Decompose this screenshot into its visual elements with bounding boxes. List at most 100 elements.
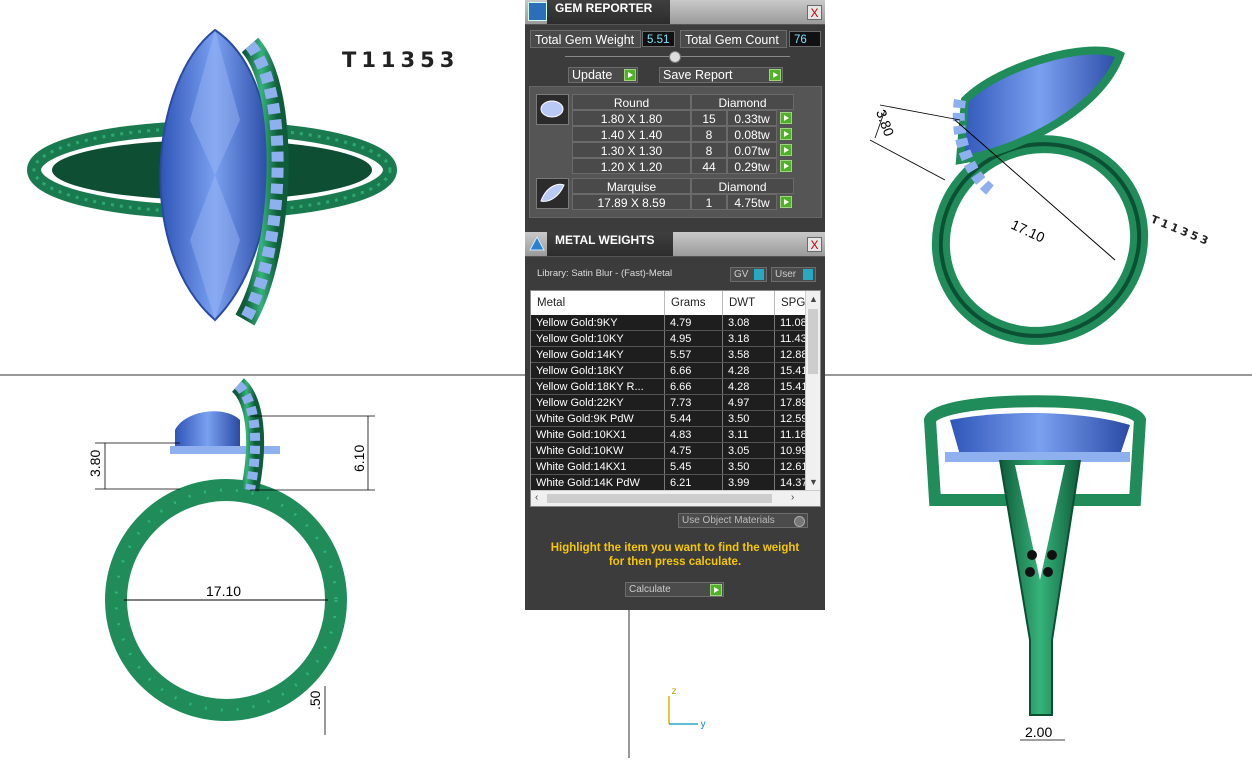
gem-row-size[interactable]: 1.40 X 1.40 <box>572 126 691 142</box>
radio-icon <box>794 516 805 527</box>
cell-grams: 5.44 <box>664 410 723 427</box>
gem-row-weight: 0.33tw <box>727 110 777 126</box>
table-row[interactable]: Yellow Gold:14KY 5.57 3.58 12.88 <box>531 346 820 363</box>
cell-grams: 4.75 <box>664 442 723 459</box>
gem-row-count: 15 <box>691 110 727 126</box>
gem-group-2-material: Diamond <box>691 178 794 194</box>
total-gem-weight-label: Total Gem Weight <box>530 30 641 48</box>
library-label: Library: Satin Blur - (Fast)-Metal <box>537 268 673 279</box>
update-arrow-icon <box>624 69 636 81</box>
gem-row-weight: 0.08tw <box>727 126 777 142</box>
total-gem-count-label: Total Gem Count <box>680 30 787 48</box>
col-metal[interactable]: Metal <box>531 291 665 315</box>
use-object-materials-label: Use Object Materials <box>682 515 775 526</box>
collapse-toggle-icon[interactable] <box>669 51 681 63</box>
ring-label-top: T11353 <box>342 48 460 72</box>
cell-metal: Yellow Gold:9KY <box>531 315 665 331</box>
gem-group-1-shape: Round <box>572 94 691 110</box>
gem-row-select-icon[interactable] <box>780 112 792 124</box>
cell-grams: 6.66 <box>664 362 723 379</box>
cell-metal: Yellow Gold:18KY <box>531 362 665 379</box>
cell-metal: White Gold:14K PdW <box>531 474 665 491</box>
table-row[interactable]: White Gold:10KX1 4.83 3.11 11.18 <box>531 426 820 443</box>
gem-group-1-material: Diamond <box>691 94 794 110</box>
dim-bl-shank: .50 <box>307 690 323 710</box>
gem-group-2-shape: Marquise <box>572 178 691 194</box>
gem-list: Round Diamond 1.80 X 1.80 15 0.33tw 1.40… <box>529 86 822 218</box>
update-button[interactable]: Update <box>568 67 638 83</box>
total-gem-count-value: 76 <box>789 31 821 47</box>
calculate-label: Calculate <box>629 584 671 595</box>
cell-dwt: 3.18 <box>722 330 775 347</box>
update-label: Update <box>572 68 613 82</box>
cell-grams: 6.21 <box>664 474 723 491</box>
cell-dwt: 4.28 <box>722 362 775 379</box>
cell-metal: White Gold:9K PdW <box>531 410 665 427</box>
gem-reporter-titlebar[interactable]: GEM REPORTER X <box>525 0 825 25</box>
gem-row-size[interactable]: 1.80 X 1.80 <box>572 110 691 126</box>
metal-table: Metal Grams DWT SPG Yellow Gold:9KY 4.79 3… <box>530 290 821 507</box>
save-report-button[interactable]: Save Report <box>659 67 783 83</box>
scroll-down-icon[interactable]: ▼ <box>809 477 818 487</box>
user-toggle[interactable]: User <box>771 267 816 282</box>
gem-row-size[interactable]: 1.20 X 1.20 <box>572 158 691 174</box>
horizontal-scrollbar[interactable]: ‹ › <box>531 490 820 506</box>
ring-side-view <box>95 378 375 735</box>
cell-grams: 4.83 <box>664 426 723 443</box>
scroll-thumb[interactable] <box>808 309 818 374</box>
gem-row-weight: 0.07tw <box>727 142 777 158</box>
gv-toggle[interactable]: GV <box>730 267 767 282</box>
col-grams[interactable]: Grams <box>664 291 723 315</box>
scroll-left-icon[interactable]: ‹ <box>535 492 538 503</box>
table-row[interactable]: White Gold:14K PdW 6.21 3.99 14.37 <box>531 474 820 491</box>
metal-weights-titlebar[interactable]: METAL WEIGHTS X <box>525 232 825 257</box>
scroll-right-icon[interactable]: › <box>791 492 794 503</box>
table-row[interactable]: Yellow Gold:22KY 7.73 4.97 17.89 <box>531 394 820 411</box>
total-gem-weight-value: 5.51 <box>642 31 675 47</box>
cell-metal: Yellow Gold:10KY <box>531 330 665 347</box>
table-row[interactable]: White Gold:10KW 4.75 3.05 10.99 <box>531 442 820 459</box>
axis-z-label: z <box>671 686 677 697</box>
ring-front-view <box>923 395 1147 741</box>
gem-row-select-icon[interactable] <box>780 196 792 208</box>
cell-dwt: 3.50 <box>722 458 775 475</box>
gem-row-size[interactable]: 17.89 X 8.59 <box>572 194 691 210</box>
gem-reporter-app-icon <box>528 2 547 21</box>
table-row[interactable]: White Gold:9K PdW 5.44 3.50 12.59 <box>531 410 820 427</box>
col-dwt[interactable]: DWT <box>722 291 775 315</box>
use-object-materials-toggle[interactable]: Use Object Materials <box>678 513 808 528</box>
calculate-hint: Highlight the item you want to find the … <box>550 542 800 568</box>
table-row[interactable]: White Gold:14KX1 5.45 3.50 12.61 <box>531 458 820 475</box>
cell-grams: 7.73 <box>664 394 723 411</box>
gem-reporter-close-button[interactable]: X <box>807 5 822 20</box>
cell-grams: 4.79 <box>664 315 723 331</box>
cell-dwt: 3.08 <box>722 315 775 331</box>
scroll-up-icon[interactable]: ▲ <box>809 294 818 304</box>
gv-indicator-icon <box>754 269 764 280</box>
table-row[interactable]: Yellow Gold:18KY R... 6.66 4.28 15.41 <box>531 378 820 395</box>
vertical-scrollbar[interactable]: ▲ ▼ <box>805 291 820 491</box>
user-indicator-icon <box>803 269 813 280</box>
table-row[interactable]: Yellow Gold:9KY 4.79 3.08 11.08 <box>531 315 820 331</box>
table-row[interactable]: Yellow Gold:18KY 6.66 4.28 15.41 <box>531 362 820 379</box>
table-row[interactable]: Yellow Gold:10KY 4.95 3.18 11.43 <box>531 330 820 347</box>
calculate-arrow-icon <box>710 584 722 596</box>
cell-metal: Yellow Gold:14KY <box>531 346 665 363</box>
gv-label: GV <box>734 269 749 280</box>
hscroll-thumb[interactable] <box>547 494 772 503</box>
gem-row-count: 44 <box>691 158 727 174</box>
calculate-button[interactable]: Calculate <box>625 582 724 597</box>
gem-row-select-icon[interactable] <box>780 160 792 172</box>
gem-row-select-icon[interactable] <box>780 128 792 140</box>
metal-weights-close-button[interactable]: X <box>807 237 822 252</box>
gem-reporter-title: GEM REPORTER <box>547 0 671 24</box>
gem-row-size[interactable]: 1.30 X 1.30 <box>572 142 691 158</box>
gem-row-select-icon[interactable] <box>780 144 792 156</box>
cell-grams: 5.57 <box>664 346 723 363</box>
round-gem-icon <box>536 94 569 125</box>
save-report-arrow-icon <box>769 69 781 81</box>
cell-dwt: 3.99 <box>722 474 775 491</box>
gem-reporter-panel: GEM REPORTER X Total Gem Weight 5.51 Tot… <box>525 0 825 232</box>
gem-row-weight: 0.29tw <box>727 158 777 174</box>
axis-y-label: y <box>700 719 706 730</box>
